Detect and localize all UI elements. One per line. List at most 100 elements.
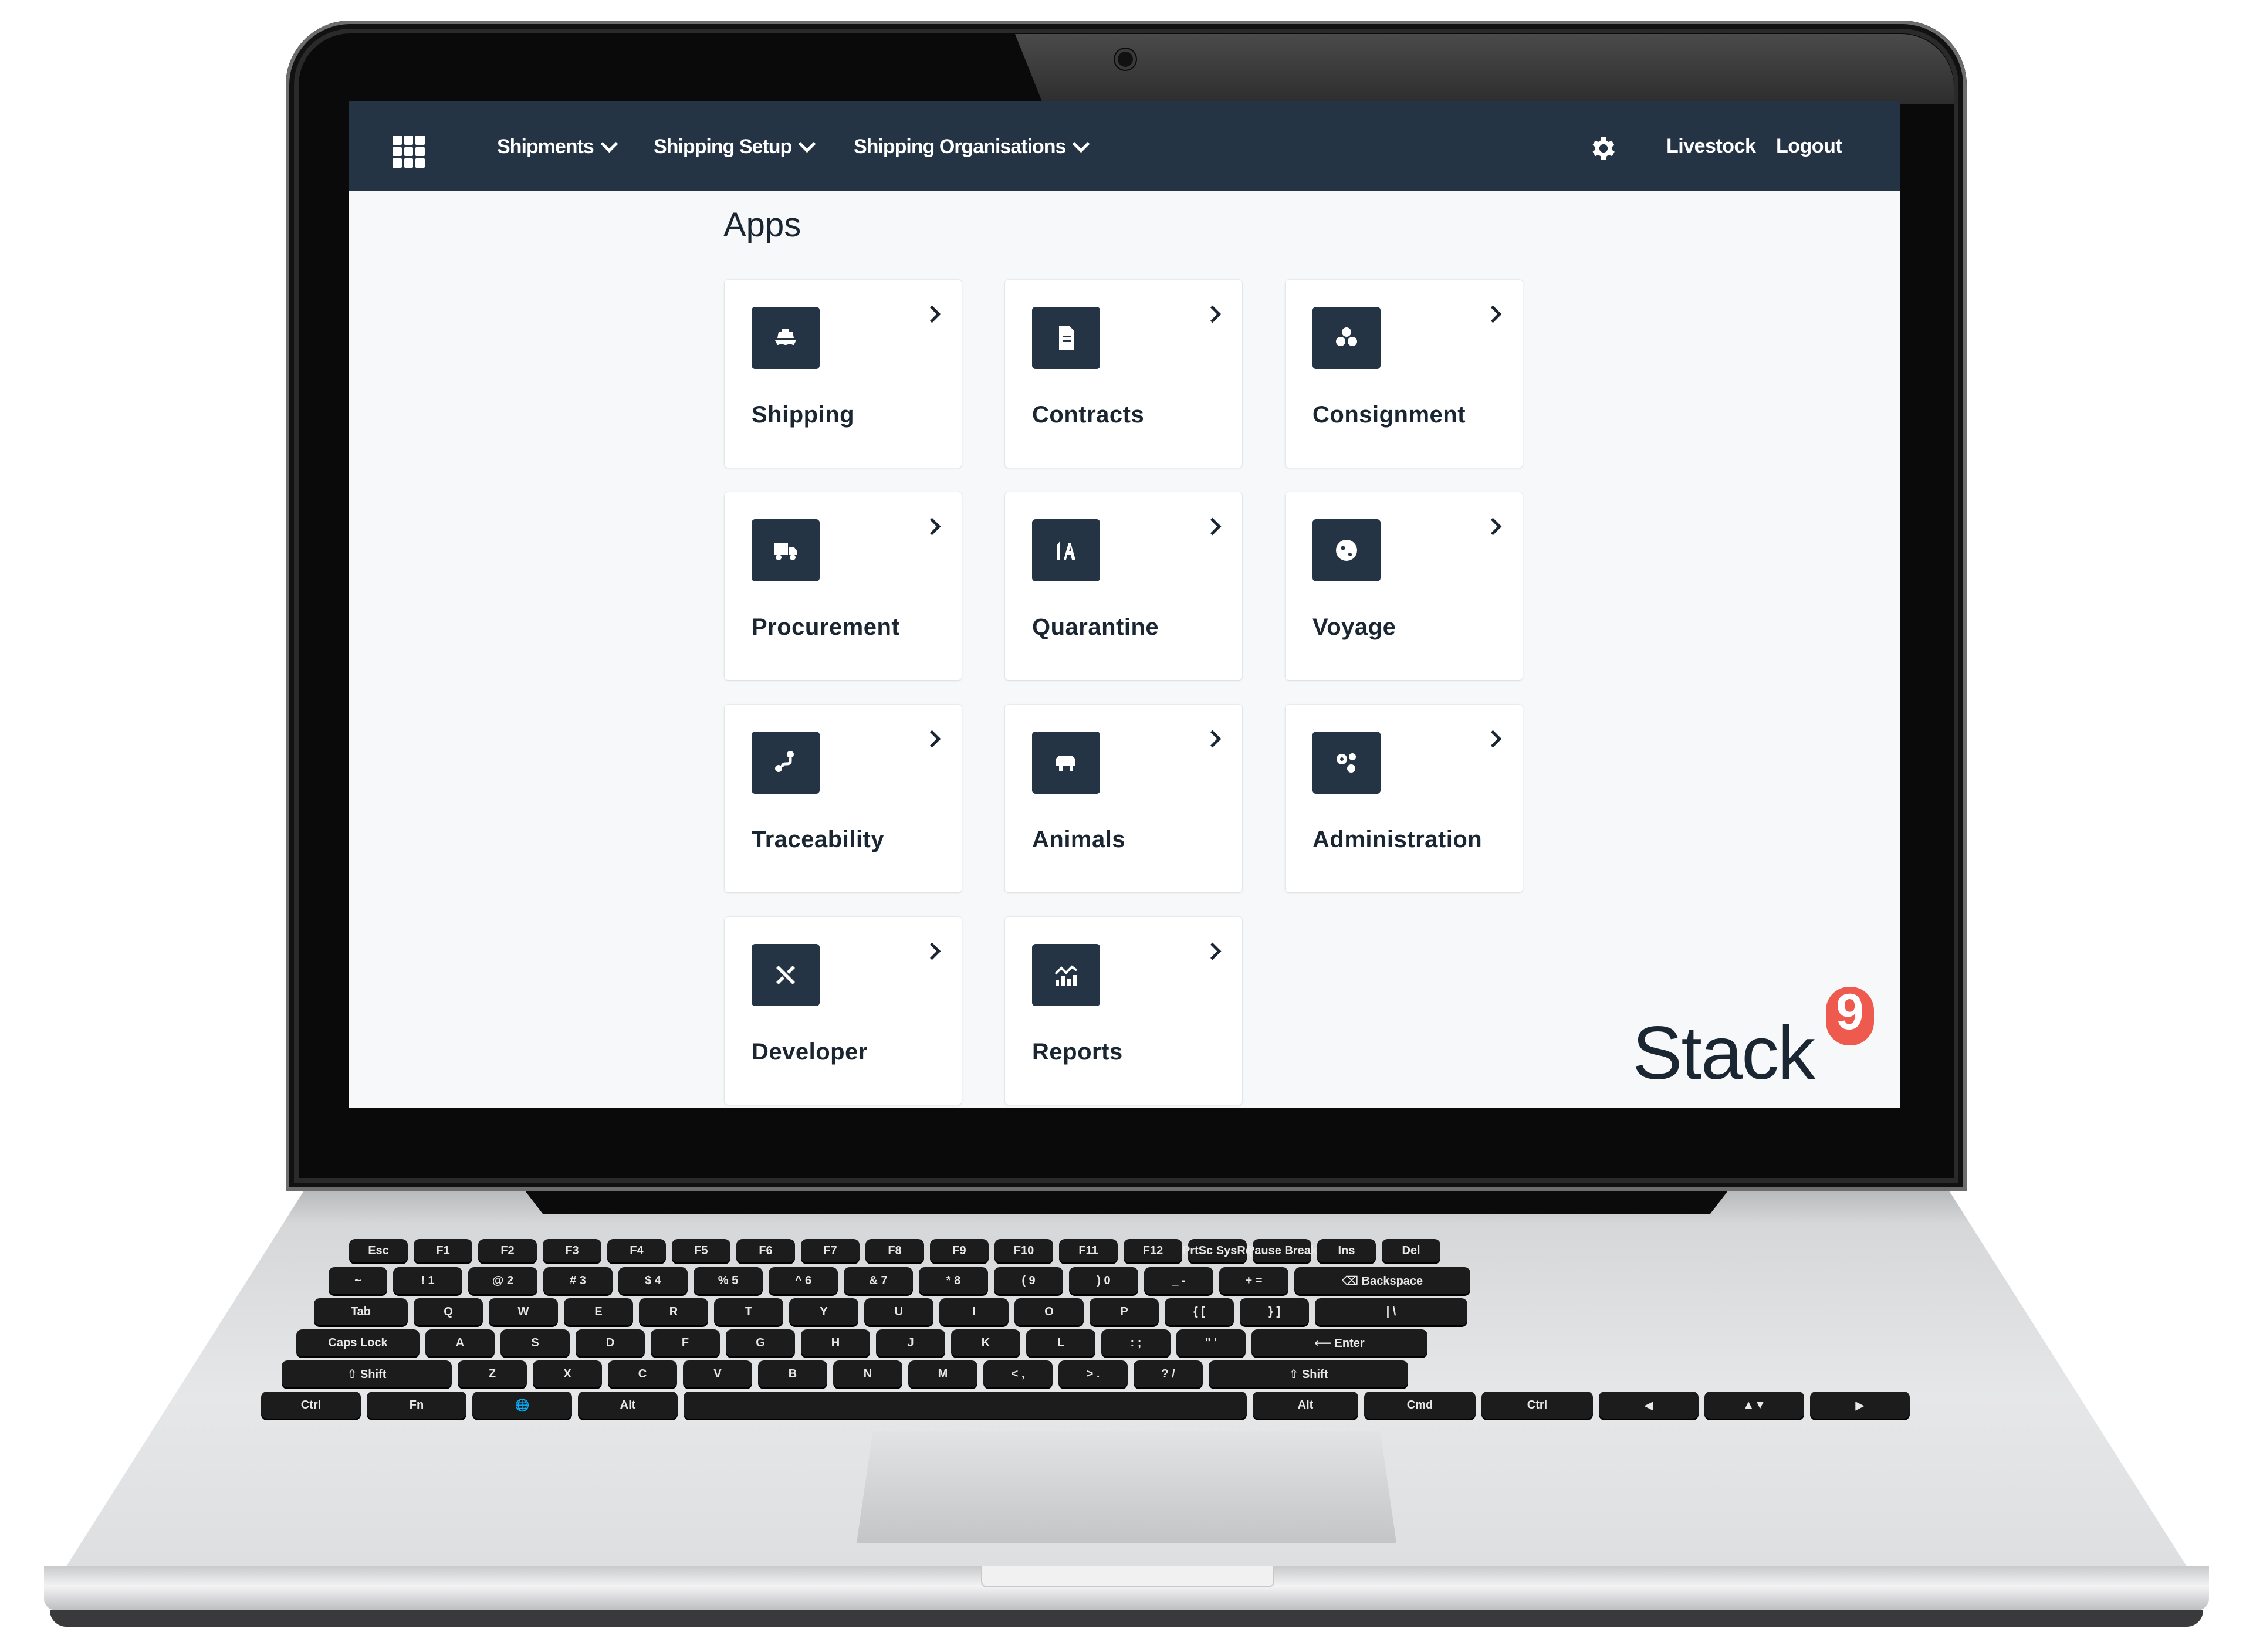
spacebar-key[interactable] <box>684 1392 1247 1419</box>
key[interactable]: ) 0 <box>1069 1267 1138 1294</box>
key[interactable]: Ins <box>1317 1239 1376 1262</box>
key[interactable]: F10 <box>994 1239 1053 1262</box>
nav-menu-shipments[interactable]: Shipments <box>497 135 618 158</box>
key[interactable]: F <box>651 1329 720 1356</box>
key[interactable]: { [ <box>1165 1298 1234 1325</box>
key[interactable]: $ 4 <box>618 1267 688 1294</box>
trackpad[interactable] <box>857 1431 1396 1543</box>
key[interactable]: @ 2 <box>468 1267 537 1294</box>
key[interactable]: F2 <box>478 1239 537 1262</box>
key[interactable]: V <box>683 1360 752 1387</box>
key[interactable]: % 5 <box>694 1267 763 1294</box>
key[interactable]: F1 <box>414 1239 472 1262</box>
key[interactable]: ( 9 <box>994 1267 1063 1294</box>
key[interactable]: ⌫ Backspace <box>1294 1267 1470 1294</box>
key[interactable]: * 8 <box>919 1267 988 1294</box>
key[interactable]: I <box>939 1298 1009 1325</box>
key[interactable]: ▶ <box>1810 1392 1910 1419</box>
key[interactable]: L <box>1026 1329 1095 1356</box>
key[interactable]: H <box>801 1329 870 1356</box>
app-card-traceability[interactable]: Traceability <box>725 705 962 892</box>
key[interactable]: F12 <box>1124 1239 1182 1262</box>
livestock-link[interactable]: Livestock <box>1666 135 1756 158</box>
key[interactable]: B <box>758 1360 827 1387</box>
app-card-quarantine[interactable]: Quarantine <box>1005 492 1242 680</box>
key[interactable]: Pause Break <box>1247 1239 1317 1262</box>
app-card-reports[interactable]: Reports <box>1005 917 1242 1105</box>
key[interactable]: ? / <box>1134 1360 1203 1387</box>
key[interactable]: U <box>864 1298 933 1325</box>
key[interactable]: ⇧ Shift <box>1209 1360 1408 1387</box>
app-card-voyage[interactable]: Voyage <box>1286 492 1523 680</box>
key[interactable]: Del <box>1382 1239 1440 1262</box>
key[interactable]: & 7 <box>844 1267 913 1294</box>
key[interactable]: K <box>951 1329 1020 1356</box>
gear-icon[interactable] <box>1588 133 1619 164</box>
key[interactable]: E <box>564 1298 633 1325</box>
key[interactable]: F6 <box>736 1239 795 1262</box>
key[interactable]: Tab <box>314 1298 408 1325</box>
key[interactable]: 🌐 <box>472 1392 572 1419</box>
app-card-animals[interactable]: Animals <box>1005 705 1242 892</box>
key[interactable]: Ctrl <box>261 1392 361 1419</box>
key[interactable]: " ' <box>1176 1329 1246 1356</box>
key[interactable]: < , <box>983 1360 1053 1387</box>
nav-menu-shipping-organisations[interactable]: Shipping Organisations <box>854 135 1090 158</box>
app-card-administration[interactable]: Administration <box>1286 705 1523 892</box>
key[interactable]: ▲▼ <box>1704 1392 1804 1419</box>
key[interactable]: Esc <box>349 1239 408 1262</box>
key[interactable]: # 3 <box>543 1267 613 1294</box>
key[interactable]: F11 <box>1059 1239 1118 1262</box>
key[interactable]: PrtSc SysRq <box>1182 1239 1253 1262</box>
key[interactable]: Q <box>414 1298 483 1325</box>
key[interactable]: Ctrl <box>1481 1392 1593 1419</box>
key[interactable]: Fn <box>367 1392 466 1419</box>
key[interactable]: X <box>533 1360 602 1387</box>
key[interactable]: Y <box>789 1298 858 1325</box>
key[interactable]: ! 1 <box>393 1267 462 1294</box>
key[interactable]: S <box>500 1329 570 1356</box>
key[interactable]: > . <box>1058 1360 1128 1387</box>
key[interactable]: F4 <box>607 1239 666 1262</box>
key[interactable]: M <box>908 1360 977 1387</box>
key[interactable]: J <box>876 1329 945 1356</box>
app-card-contracts[interactable]: Contracts <box>1005 280 1242 468</box>
key[interactable]: ^ 6 <box>769 1267 838 1294</box>
key[interactable]: ~ <box>329 1267 387 1294</box>
key[interactable]: Alt <box>578 1392 678 1419</box>
key[interactable]: F7 <box>801 1239 860 1262</box>
key[interactable]: F9 <box>930 1239 989 1262</box>
app-card-developer[interactable]: Developer <box>725 917 962 1105</box>
key[interactable]: | \ <box>1315 1298 1467 1325</box>
app-card-shipping[interactable]: Shipping <box>725 280 962 468</box>
key[interactable]: D <box>576 1329 645 1356</box>
key[interactable]: F5 <box>672 1239 730 1262</box>
app-card-consignment[interactable]: Consignment <box>1286 280 1523 468</box>
key[interactable]: + = <box>1219 1267 1288 1294</box>
key[interactable]: _ - <box>1144 1267 1213 1294</box>
key[interactable]: Caps Lock <box>296 1329 420 1356</box>
key[interactable]: C <box>608 1360 677 1387</box>
app-card-procurement[interactable]: Procurement <box>725 492 962 680</box>
key[interactable]: N <box>833 1360 902 1387</box>
key[interactable]: Cmd <box>1364 1392 1476 1419</box>
key[interactable]: ◀ <box>1599 1392 1699 1419</box>
key[interactable]: Alt <box>1253 1392 1358 1419</box>
key[interactable]: ⇧ Shift <box>282 1360 452 1387</box>
key[interactable]: ⟵ Enter <box>1251 1329 1427 1356</box>
key[interactable]: F8 <box>865 1239 924 1262</box>
key[interactable]: A <box>425 1329 495 1356</box>
key[interactable]: Z <box>458 1360 527 1387</box>
key[interactable]: O <box>1014 1298 1084 1325</box>
key[interactable]: : ; <box>1101 1329 1171 1356</box>
key[interactable]: } ] <box>1240 1298 1309 1325</box>
key[interactable]: P <box>1090 1298 1159 1325</box>
key[interactable]: T <box>714 1298 783 1325</box>
nav-menu-shipping-setup[interactable]: Shipping Setup <box>654 135 816 158</box>
key[interactable]: G <box>726 1329 795 1356</box>
logout-link[interactable]: Logout <box>1776 135 1842 158</box>
key[interactable]: F3 <box>543 1239 601 1262</box>
grid-icon[interactable] <box>393 136 425 168</box>
key[interactable]: W <box>489 1298 558 1325</box>
key[interactable]: R <box>639 1298 708 1325</box>
